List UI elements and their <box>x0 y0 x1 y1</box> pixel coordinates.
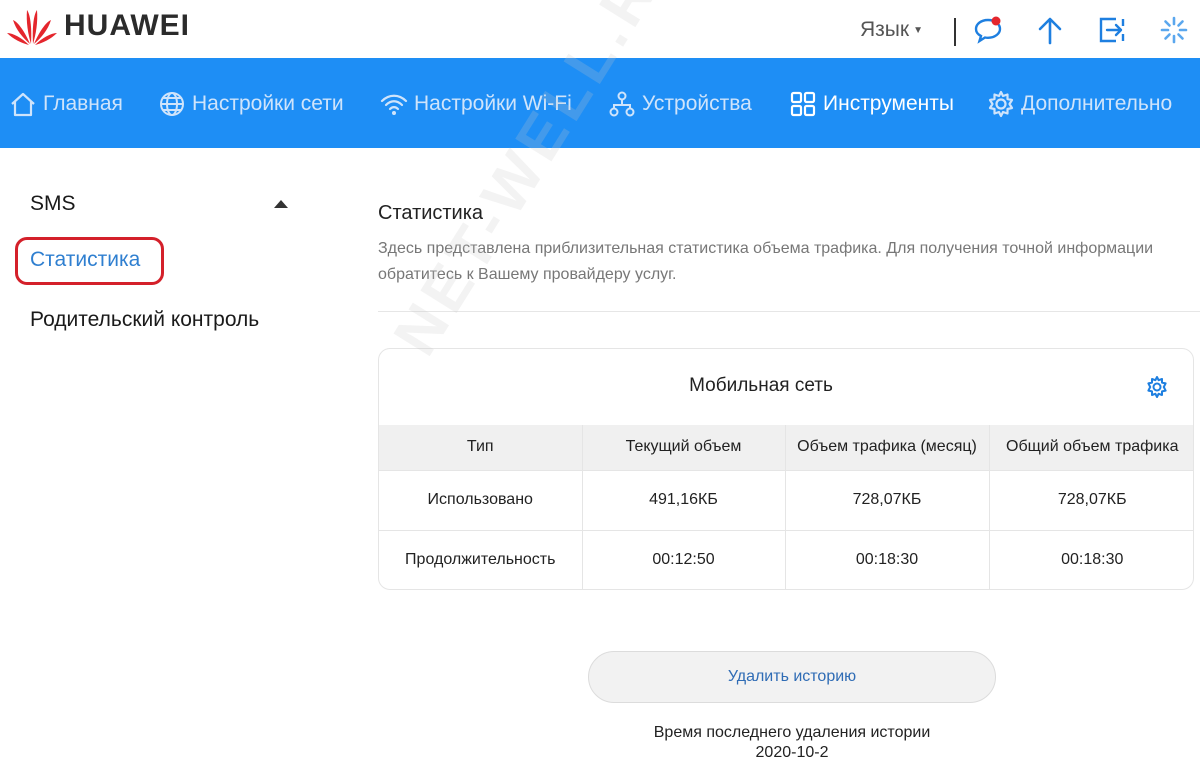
nav-item-label: Инструменты <box>823 92 954 115</box>
table-cell: 491,16КБ <box>582 469 786 530</box>
table-row: Продолжительность 00:12:50 00:18:30 00:1… <box>379 529 1193 589</box>
column-header: Объем трафика (месяц) <box>785 425 990 470</box>
language-label: Язык <box>860 18 910 41</box>
chevron-down-icon: ▼ <box>913 24 923 36</box>
nav-item-label: Настройки сети <box>192 92 344 115</box>
table-header-row: Тип Текущий объем Объем трафика (месяц) … <box>379 425 1193 470</box>
huawei-logo: HUAWEI <box>6 6 190 46</box>
table-cell: 728,07КБ <box>989 469 1193 530</box>
sidebar-item-statistics[interactable]: Статистика <box>30 248 140 272</box>
table-cell: 00:12:50 <box>582 529 786 589</box>
nav-item-network-settings[interactable]: Настройки сети <box>157 88 344 120</box>
column-header: Тип <box>379 425 583 470</box>
gear-icon <box>988 90 1014 118</box>
globe-icon <box>160 92 184 116</box>
language-selector[interactable]: Язык ▼ <box>860 18 923 42</box>
devices-icon <box>609 91 635 117</box>
card-title: Мобильная сеть <box>689 375 833 396</box>
message-icon[interactable] <box>972 14 1004 46</box>
wifi-icon <box>380 94 408 115</box>
table-row: Использовано 491,16КБ 728,07КБ 728,07КБ <box>379 469 1193 530</box>
chevron-up-icon[interactable] <box>274 200 288 208</box>
huawei-flower-icon <box>7 10 57 45</box>
sidebar-item-parental-control[interactable]: Родительский контроль <box>30 308 259 332</box>
table-cell: 00:18:30 <box>785 529 990 589</box>
main-nav: Главная Настройки сети Настройки Wi-Fi У… <box>0 58 1200 148</box>
delete-history-button[interactable]: Удалить историю <box>588 651 996 703</box>
upload-icon[interactable] <box>1034 14 1066 46</box>
settings-gear-icon[interactable] <box>1145 375 1169 399</box>
header-divider <box>954 18 956 46</box>
nav-item-advanced[interactable]: Дополнительно <box>986 88 1172 120</box>
table-cell: Продолжительность <box>379 529 583 589</box>
home-icon <box>11 92 35 117</box>
sidebar-group-sms[interactable]: SMS <box>30 192 76 216</box>
table-cell: 00:18:30 <box>989 529 1193 589</box>
nav-item-label: Устройства <box>642 92 752 115</box>
column-header: Текущий объем <box>582 425 786 470</box>
sidebar: SMS Статистика Родительский контроль <box>0 148 320 774</box>
brand-name: HUAWEI <box>64 9 190 42</box>
top-bar: HUAWEI Язык ▼ <box>0 0 1200 58</box>
loading-icon <box>1160 16 1188 44</box>
tools-icon <box>790 91 816 117</box>
nav-item-tools[interactable]: Инструменты <box>788 88 954 120</box>
nav-item-home[interactable]: Главная <box>8 88 123 120</box>
page-title: Статистика <box>378 202 484 224</box>
mobile-network-card: Мобильная сеть Тип Текущий объем Объем т… <box>378 348 1194 590</box>
page-description: Здесь представлена приблизительная стати… <box>378 240 1154 283</box>
last-delete-label: Время последнего удаления истории <box>653 724 931 741</box>
last-delete-date: 2020-10-2 <box>755 744 829 761</box>
table-cell: 728,07КБ <box>785 469 990 530</box>
nav-item-devices[interactable]: Устройства <box>607 88 752 120</box>
column-header: Общий объем трафика <box>989 425 1193 470</box>
main-content: Статистика Здесь представлена приблизите… <box>320 148 1200 774</box>
nav-item-label: Настройки Wi-Fi <box>414 92 572 115</box>
table-cell: Использовано <box>379 469 583 530</box>
logout-icon[interactable] <box>1096 14 1128 46</box>
stats-table: Тип Текущий объем Объем трафика (месяц) … <box>379 425 1193 589</box>
divider <box>378 311 1200 312</box>
nav-item-label: Дополнительно <box>1021 92 1173 115</box>
nav-item-label: Главная <box>43 92 123 115</box>
nav-item-wifi-settings[interactable]: Настройки Wi-Fi <box>379 88 572 120</box>
